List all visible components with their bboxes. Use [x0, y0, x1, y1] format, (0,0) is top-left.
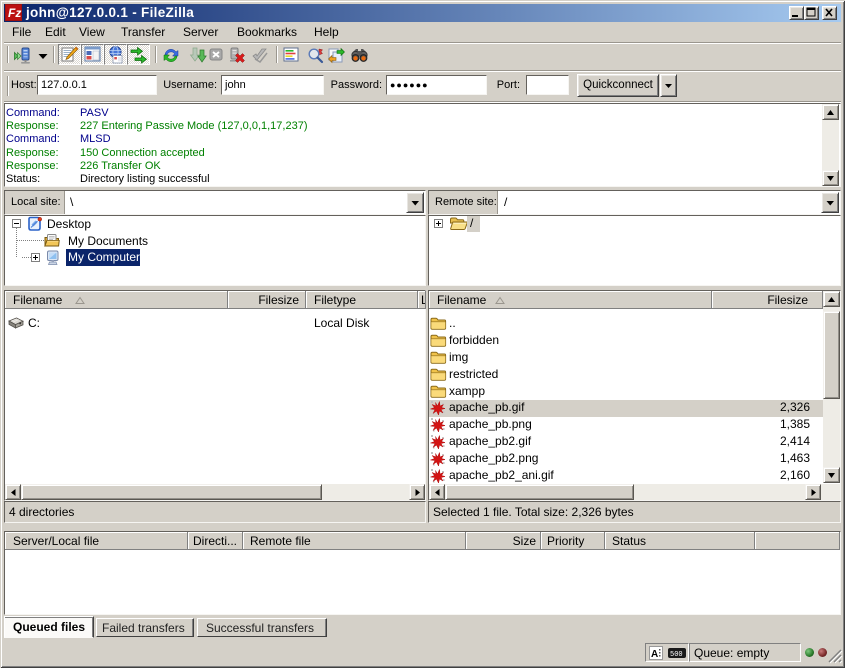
svg-text:A: A	[651, 649, 658, 659]
svg-text:500: 500	[670, 651, 683, 658]
svg-text:Fz: Fz	[8, 6, 21, 20]
